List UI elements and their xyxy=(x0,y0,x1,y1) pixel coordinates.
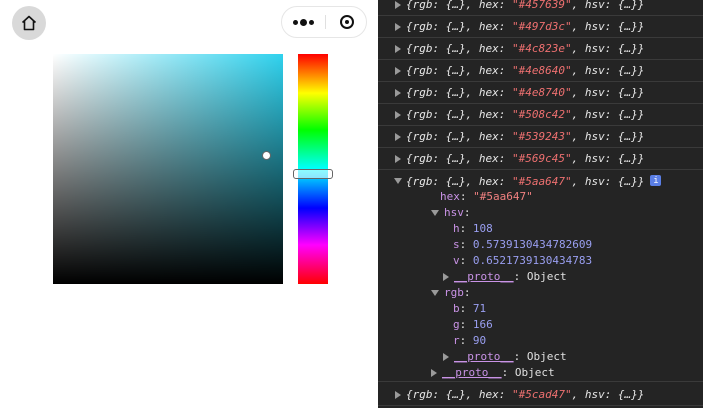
expand-triangle-icon[interactable] xyxy=(395,44,401,53)
log-summary: {rgb: {…}, hex: "#457639", hsv: {…}} xyxy=(406,0,645,11)
devtools-console: {rgb: {…}, hex: "#457639", hsv: {…}} {rgb… xyxy=(378,0,703,408)
log-entry[interactable]: {rgb: {…}, hex: "#569c45", hsv: {…}} xyxy=(378,148,703,170)
collapse-triangle-icon[interactable] xyxy=(431,210,439,216)
prop-h: h: 108 xyxy=(453,222,493,235)
log-entry[interactable]: {rgb: {…}, hex: "#508c42", hsv: {…}} xyxy=(378,104,703,126)
prop-g: g: 166 xyxy=(453,318,493,331)
prop-proto-hsv[interactable]: __proto__: Object xyxy=(443,269,567,285)
expand-triangle-icon[interactable] xyxy=(443,353,449,361)
log-entry[interactable]: {rgb: {…}, hex: "#5cad47", hsv: {…}} xyxy=(378,384,703,406)
prop-proto-root[interactable]: __proto__: Object xyxy=(431,365,555,381)
close-button[interactable] xyxy=(326,7,368,37)
expand-triangle-icon[interactable] xyxy=(395,154,401,163)
expand-triangle-icon[interactable] xyxy=(395,132,401,141)
log-summary: {rgb: {…}, hex: "#539243", hsv: {…}} xyxy=(406,130,645,143)
log-entry[interactable]: {rgb: {…}, hex: "#4e8640", hsv: {…}} xyxy=(378,60,703,82)
expand-triangle-icon[interactable] xyxy=(395,66,401,75)
log-summary: {rgb: {…}, hex: "#4e8640", hsv: {…}} xyxy=(406,64,645,77)
log-summary: {rgb: {…}, hex: "#497d3c", hsv: {…}} xyxy=(406,20,645,33)
log-entry[interactable]: {rgb: {…}, hex: "#4e8740", hsv: {…}} xyxy=(378,82,703,104)
log-entry[interactable]: {rgb: {…}, hex: "#497d3c", hsv: {…}} xyxy=(378,16,703,38)
log-entry[interactable]: {rgb: {…}, hex: "#4c823e", hsv: {…}} xyxy=(378,38,703,60)
prop-hsv[interactable]: hsv: xyxy=(431,205,471,221)
log-summary: {rgb: {…}, hex: "#4e8740", hsv: {…}} xyxy=(406,86,645,99)
log-summary: {rgb: {…}, hex: "#5aa647", hsv: {…}} xyxy=(406,175,645,188)
expand-triangle-icon[interactable] xyxy=(395,22,401,31)
prop-proto-rgb[interactable]: __proto__: Object xyxy=(443,349,567,365)
expand-triangle-icon[interactable] xyxy=(431,369,437,377)
prop-v: v: 0.6521739130434783 xyxy=(453,254,593,267)
prop-s: s: 0.5739130434782609 xyxy=(453,238,593,251)
target-close-icon xyxy=(340,15,354,29)
capsule-menu xyxy=(281,6,367,38)
saturation-value-panel[interactable] xyxy=(53,54,283,284)
more-dots-icon xyxy=(293,18,314,26)
log-entry[interactable]: {rgb: {…}, hex: "#457639", hsv: {…}} xyxy=(378,0,703,16)
expand-triangle-icon[interactable] xyxy=(394,178,402,184)
mini-program-preview xyxy=(0,0,378,408)
prop-b: b: 71 xyxy=(453,302,487,315)
expand-triangle-icon[interactable] xyxy=(395,110,401,119)
collapse-triangle-icon[interactable] xyxy=(431,290,439,296)
info-icon[interactable]: i xyxy=(650,175,662,186)
home-button[interactable] xyxy=(12,6,46,40)
saturation-value-thumb[interactable] xyxy=(262,150,272,160)
hue-slider-handle[interactable] xyxy=(293,168,333,179)
more-button[interactable] xyxy=(282,7,325,37)
log-summary: {rgb: {…}, hex: "#4c823e", hsv: {…}} xyxy=(406,42,645,55)
expand-triangle-icon[interactable] xyxy=(443,273,449,281)
log-summary: {rgb: {…}, hex: "#5cad47", hsv: {…}} xyxy=(406,388,645,401)
prop-r: r: 90 xyxy=(453,334,487,347)
expand-triangle-icon[interactable] xyxy=(395,390,401,399)
home-icon xyxy=(21,15,37,31)
expand-triangle-icon[interactable] xyxy=(395,0,401,9)
log-summary: {rgb: {…}, hex: "#569c45", hsv: {…}} xyxy=(406,152,645,165)
expand-triangle-icon[interactable] xyxy=(395,88,401,97)
prop-hex: hex: "#5aa647" xyxy=(440,190,533,203)
log-entry[interactable]: {rgb: {…}, hex: "#539243", hsv: {…}} xyxy=(378,126,703,148)
log-summary: {rgb: {…}, hex: "#508c42", hsv: {…}} xyxy=(406,108,645,121)
prop-rgb[interactable]: rgb: xyxy=(431,285,471,301)
